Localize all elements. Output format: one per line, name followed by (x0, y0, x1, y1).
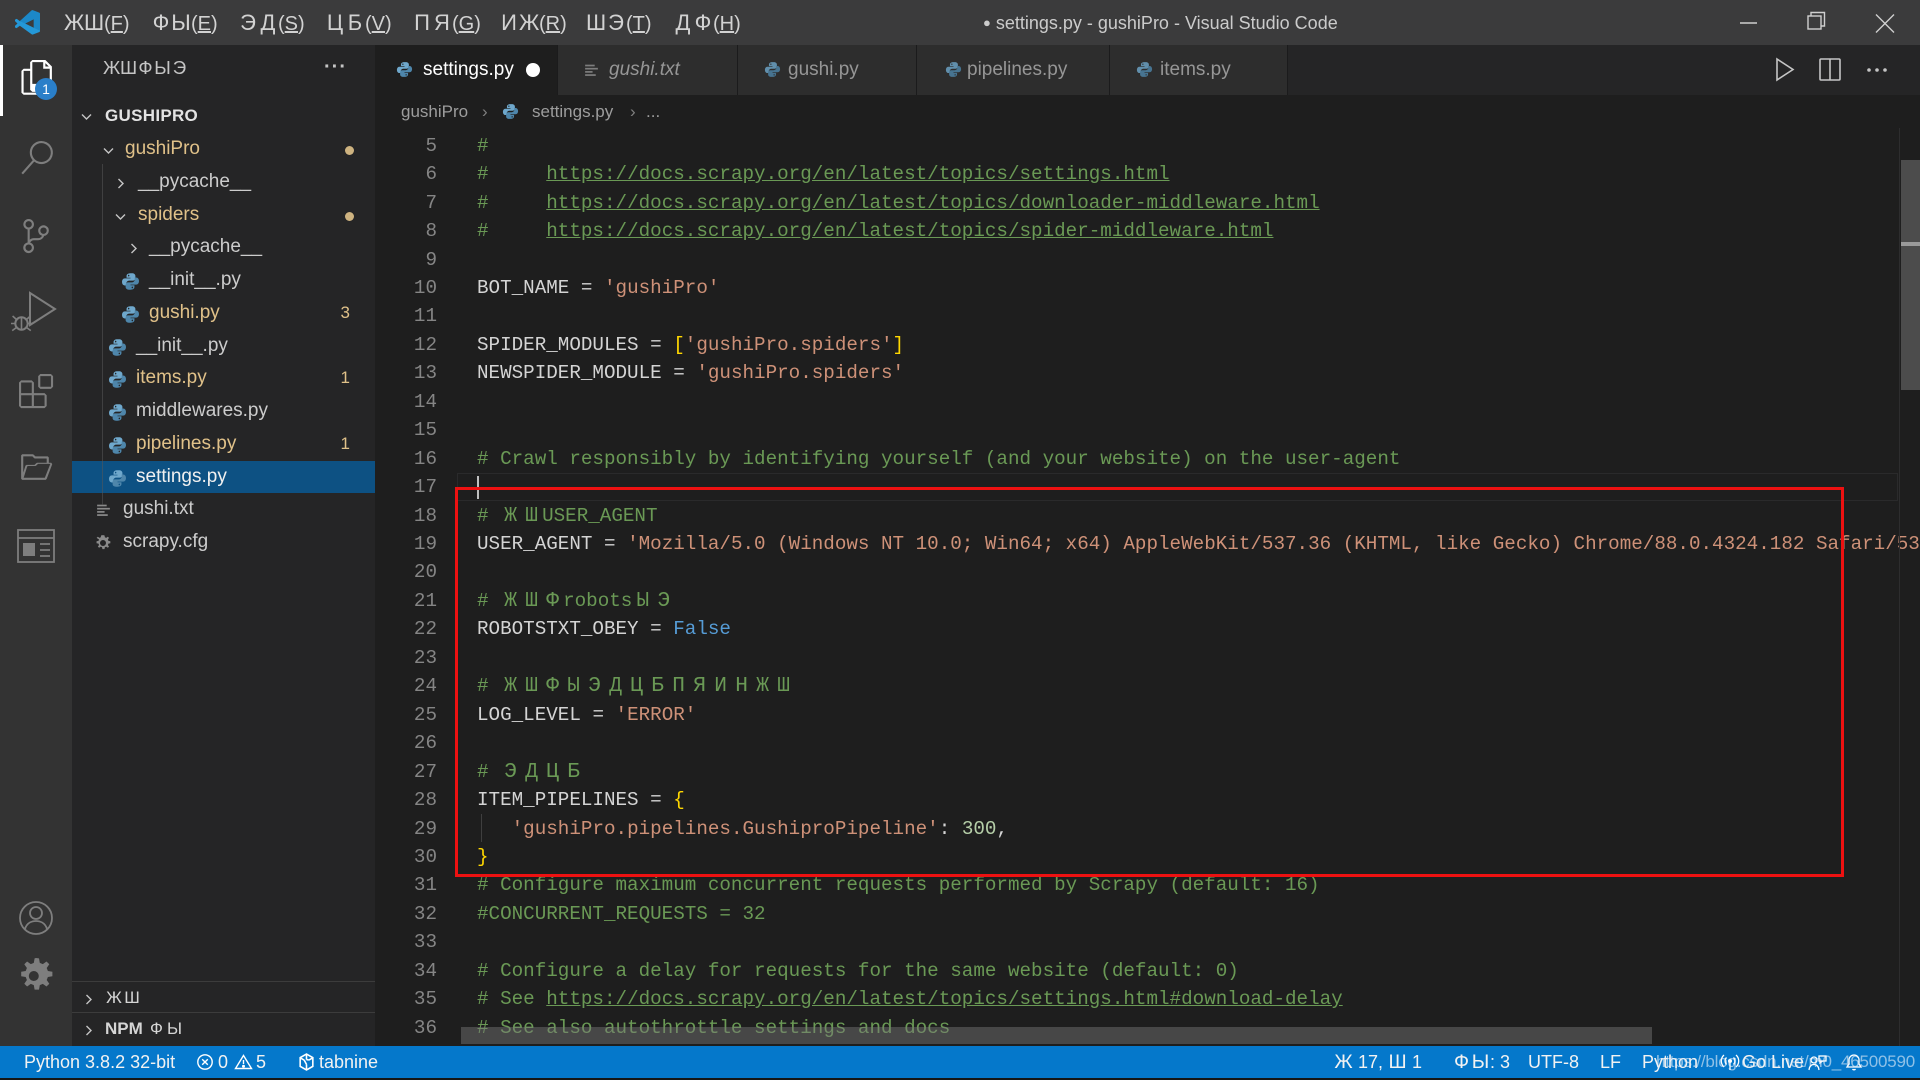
svg-text:1: 1 (42, 81, 50, 97)
